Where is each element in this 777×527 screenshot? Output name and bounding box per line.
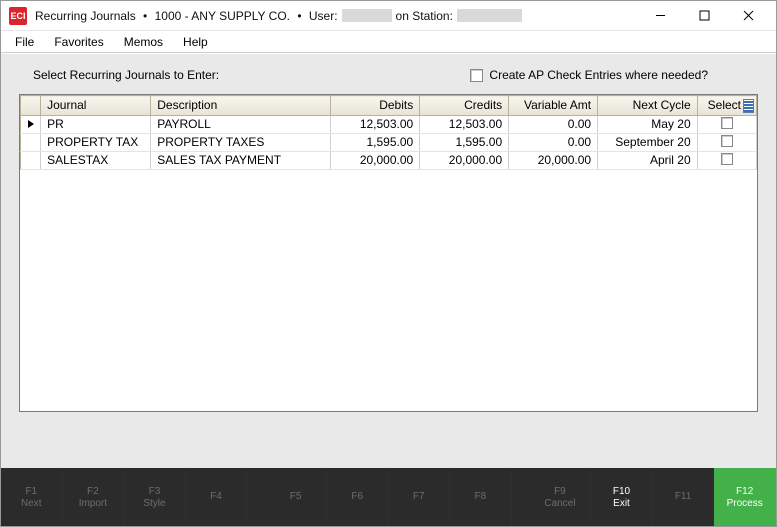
menu-memos[interactable]: Memos — [114, 33, 173, 51]
fkey-f9[interactable]: F9Cancel — [530, 468, 592, 526]
prompt-label: Select Recurring Journals to Enter: — [33, 68, 219, 82]
fkey-f11[interactable]: F11 — [653, 468, 715, 526]
cell-description: PAYROLL — [151, 115, 331, 133]
menu-help[interactable]: Help — [173, 33, 218, 51]
cell-next-cycle: May 20 — [598, 115, 698, 133]
fkey-f2[interactable]: F2Import — [63, 468, 125, 526]
title-station-redacted — [457, 9, 522, 22]
fkey-f5[interactable]: F5 — [265, 468, 327, 526]
fkey-f1[interactable]: F1Next — [1, 468, 63, 526]
cell-variable-amt: 20,000.00 — [509, 151, 598, 169]
title-user-redacted — [342, 9, 392, 22]
fkey-f4[interactable]: F4 — [186, 468, 248, 526]
row-indicator — [21, 133, 41, 151]
col-debits[interactable]: Debits — [331, 96, 420, 116]
close-button[interactable] — [726, 2, 770, 30]
fkey-f6[interactable]: F6 — [327, 468, 389, 526]
cell-description: PROPERTY TAXES — [151, 133, 331, 151]
ap-check-option[interactable]: Create AP Check Entries where needed? — [470, 68, 708, 82]
col-variable-amt[interactable]: Variable Amt — [509, 96, 598, 116]
title-user-label: User: — [309, 9, 338, 23]
cell-variable-amt: 0.00 — [509, 115, 598, 133]
cell-journal: PROPERTY TAX — [41, 133, 151, 151]
menu-file[interactable]: File — [5, 33, 44, 51]
col-next-cycle[interactable]: Next Cycle — [598, 96, 698, 116]
function-key-bar: F1Next F2Import F3Style F4 F5 F6 F7 F8 F… — [1, 468, 776, 526]
table-row[interactable]: PRPAYROLL12,503.0012,503.000.00May 20 — [21, 115, 757, 133]
cell-next-cycle: April 20 — [598, 151, 698, 169]
menu-favorites[interactable]: Favorites — [44, 33, 113, 51]
title-company: 1000 - ANY SUPPLY CO. — [155, 9, 290, 23]
content-area: Select Recurring Journals to Enter: Crea… — [1, 53, 776, 468]
title-station-label: on Station: — [396, 9, 453, 23]
app-icon: ECI — [9, 7, 27, 25]
cell-journal: PR — [41, 115, 151, 133]
cell-credits: 20,000.00 — [420, 151, 509, 169]
minimize-button[interactable] — [638, 2, 682, 30]
row-indicator — [21, 115, 41, 133]
cell-debits: 20,000.00 — [331, 151, 420, 169]
col-description[interactable]: Description — [151, 96, 331, 116]
fkey-f12[interactable]: F12Process — [714, 468, 776, 526]
row-header-col — [21, 96, 41, 116]
ap-check-label: Create AP Check Entries where needed? — [489, 68, 708, 82]
cell-select[interactable] — [697, 151, 756, 169]
journals-grid[interactable]: Journal Description Debits Credits Varia… — [19, 94, 758, 412]
row-select-checkbox[interactable] — [721, 135, 733, 147]
cell-variable-amt: 0.00 — [509, 133, 598, 151]
select-all-icon[interactable] — [743, 99, 754, 113]
title-window-name: Recurring Journals — [35, 9, 136, 23]
cell-credits: 1,595.00 — [420, 133, 509, 151]
cell-select[interactable] — [697, 115, 756, 133]
cell-select[interactable] — [697, 133, 756, 151]
row-select-checkbox[interactable] — [721, 117, 733, 129]
cell-debits: 1,595.00 — [331, 133, 420, 151]
fkey-f8[interactable]: F8 — [450, 468, 512, 526]
maximize-button[interactable] — [682, 2, 726, 30]
cell-debits: 12,503.00 — [331, 115, 420, 133]
table-row[interactable]: SALESTAXSALES TAX PAYMENT20,000.0020,000… — [21, 151, 757, 169]
cell-credits: 12,503.00 — [420, 115, 509, 133]
col-journal[interactable]: Journal — [41, 96, 151, 116]
fkey-f7[interactable]: F7 — [388, 468, 450, 526]
fkey-f3[interactable]: F3Style — [124, 468, 186, 526]
title-bar: ECI Recurring Journals • 1000 - ANY SUPP… — [1, 1, 776, 31]
row-select-checkbox[interactable] — [721, 153, 733, 165]
table-row[interactable]: PROPERTY TAXPROPERTY TAXES1,595.001,595.… — [21, 133, 757, 151]
cell-journal: SALESTAX — [41, 151, 151, 169]
cell-next-cycle: September 20 — [598, 133, 698, 151]
menu-bar: File Favorites Memos Help — [1, 31, 776, 53]
col-select[interactable]: Select — [697, 96, 756, 116]
cell-description: SALES TAX PAYMENT — [151, 151, 331, 169]
col-credits[interactable]: Credits — [420, 96, 509, 116]
ap-check-checkbox[interactable] — [470, 69, 483, 82]
fkey-f10[interactable]: F10Exit — [591, 468, 653, 526]
row-indicator — [21, 151, 41, 169]
window-title: Recurring Journals • 1000 - ANY SUPPLY C… — [35, 9, 638, 23]
